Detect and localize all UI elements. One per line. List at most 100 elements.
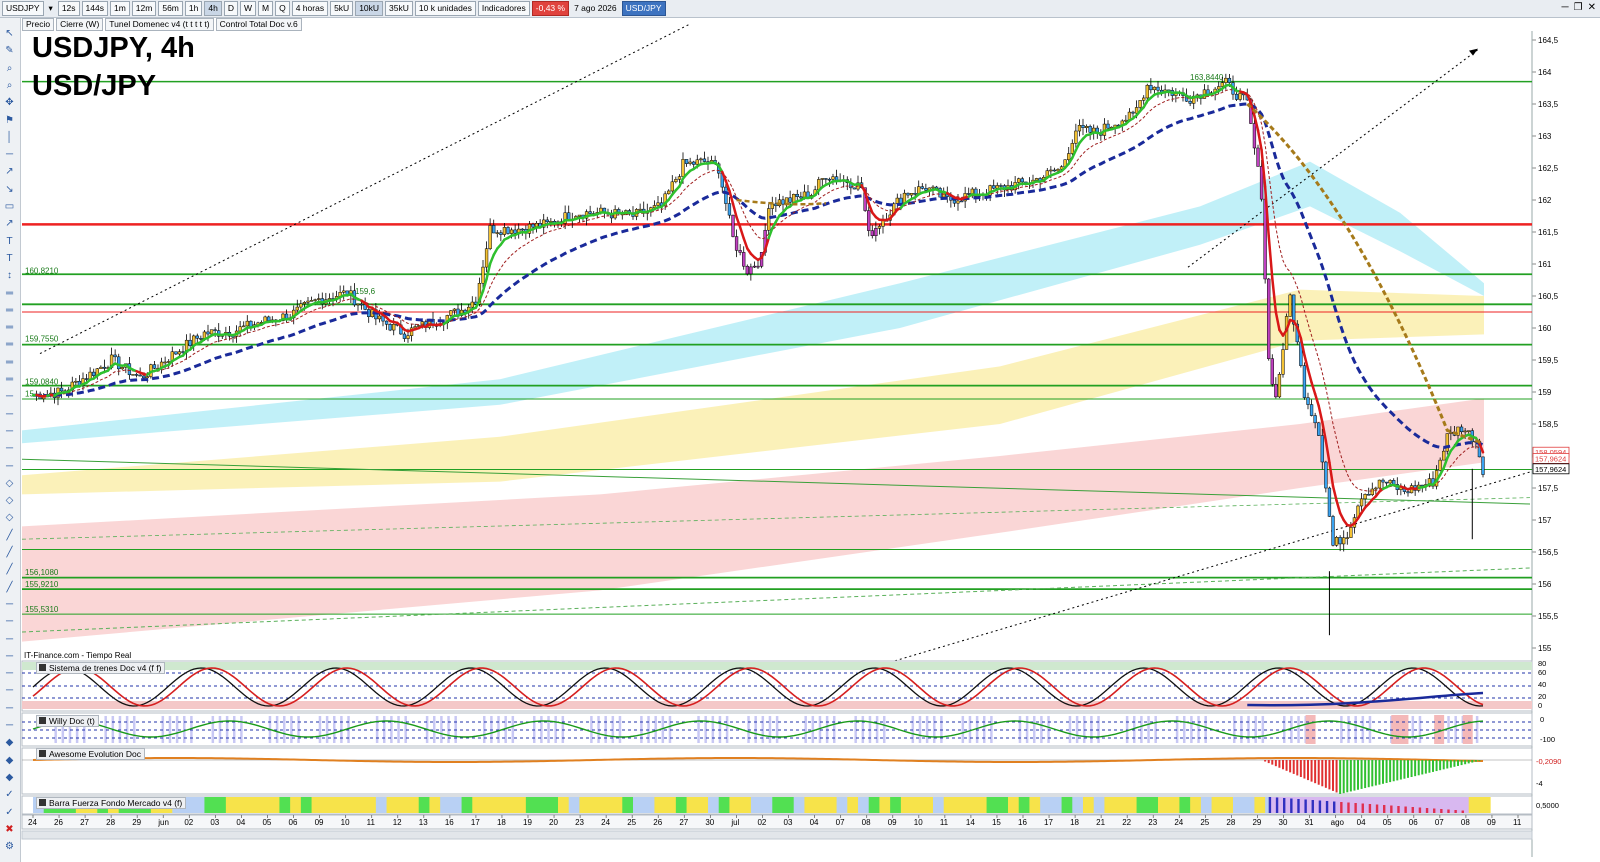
panel-barra-bar xyxy=(825,797,838,813)
panel-awesome-tick-0: -0,2090 xyxy=(1536,757,1561,766)
candle-body xyxy=(113,354,117,358)
panel-barra-bar xyxy=(408,797,420,813)
panel-barra-bar xyxy=(590,797,602,813)
horizontal-scrollbar[interactable] xyxy=(21,830,1533,840)
price-label-1: 157,9624 xyxy=(1535,454,1566,463)
candle-body xyxy=(995,185,999,189)
panel-barra-tick-0: 0,5000 xyxy=(1536,801,1559,810)
price-tick-label-7: 161 xyxy=(1538,260,1552,269)
candle-body xyxy=(209,329,214,335)
panel-barra-bar xyxy=(1233,797,1245,813)
panel-willy-bar xyxy=(511,716,515,743)
panel-barra-column xyxy=(1275,797,1279,813)
candle-body xyxy=(195,335,199,339)
candle-body xyxy=(420,321,424,326)
candle-body xyxy=(99,366,103,369)
candle-body xyxy=(731,214,735,237)
candle-body xyxy=(188,339,192,346)
candle-body xyxy=(792,193,796,203)
candle-body xyxy=(1481,456,1485,475)
panel-barra-bar xyxy=(461,797,473,813)
panel-willy-tick-1: -100 xyxy=(1540,735,1555,744)
date-tick-label-30: 04 xyxy=(810,818,819,827)
date-tick-label-3: 28 xyxy=(106,818,115,827)
date-tick-label-32: 08 xyxy=(862,818,871,827)
panel-label-awesome[interactable]: Awesome Evolution Doc xyxy=(36,748,145,760)
candle-body xyxy=(513,229,517,234)
panel-barra-bar xyxy=(1168,797,1180,813)
candle-body xyxy=(670,181,674,192)
candle-body xyxy=(952,199,957,204)
candle-body xyxy=(1327,487,1332,517)
candle-body xyxy=(102,366,107,369)
panel-barra-bar xyxy=(890,797,902,813)
date-tick-label-38: 16 xyxy=(1018,818,1027,827)
candle-body xyxy=(1338,537,1342,545)
panel-barra-bar xyxy=(783,797,795,813)
candle-body xyxy=(749,266,753,275)
candle-body xyxy=(734,236,739,251)
candle-body xyxy=(967,193,971,195)
candle-body xyxy=(877,226,882,229)
candle-body xyxy=(1377,479,1382,489)
panel-barra-bar xyxy=(933,797,945,813)
panel-barra-bar xyxy=(215,797,227,813)
candle-body xyxy=(1052,169,1057,172)
data-feed-label: IT-Finance.com - Tiempo Real xyxy=(24,651,132,660)
date-tick-label-11: 09 xyxy=(315,818,324,827)
panel-trenes-tick-2: 40 xyxy=(1538,680,1546,689)
panel-barra-bar xyxy=(858,797,870,813)
candle-body xyxy=(745,265,749,275)
date-tick-label-17: 17 xyxy=(471,818,480,827)
candle-body xyxy=(1270,358,1274,385)
panel-willy-bar xyxy=(283,716,286,743)
panel-barra-bar xyxy=(718,797,730,813)
panel-barra-bar xyxy=(1008,797,1020,813)
panel-awesome-tick-1: -4 xyxy=(1536,779,1543,788)
candle-body xyxy=(449,310,453,316)
panel-label-barra[interactable]: Barra Fuerza Fondo Mercado v4 (f) xyxy=(36,797,187,809)
panel-willy-bar xyxy=(547,716,550,743)
candle-body xyxy=(1070,143,1074,154)
price-tick-label-18: 155,5 xyxy=(1538,612,1559,621)
level-label-1: 159,7550 xyxy=(25,335,59,344)
date-tick-label-35: 11 xyxy=(940,818,949,827)
candle-body xyxy=(1256,147,1260,167)
date-tick-label-6: 02 xyxy=(184,818,193,827)
chart-title-symbol: USDJPY, 4h xyxy=(32,32,195,64)
candle-body xyxy=(1302,365,1307,398)
candle-body xyxy=(924,188,928,191)
candle-body xyxy=(870,230,874,237)
price-chart[interactable]: 164,5164163,5163162,5162161,5161160,5160… xyxy=(0,0,1600,862)
panel-barra-bar xyxy=(268,797,280,813)
panel-barra-column xyxy=(1433,808,1436,813)
candle-body xyxy=(724,186,728,204)
candle-body xyxy=(1359,498,1364,507)
panel-barra-bar xyxy=(975,797,988,813)
candle-body xyxy=(1152,86,1157,91)
panel-willy-bar xyxy=(1068,716,1072,743)
candle-body xyxy=(1220,82,1224,87)
panel-barra-bar xyxy=(1200,797,1213,813)
panel-barra-bar xyxy=(922,797,934,813)
panel-barra-bar xyxy=(879,797,891,813)
candle-body xyxy=(74,380,78,383)
panel-barra-bar xyxy=(665,797,677,813)
date-tick-label-29: 03 xyxy=(784,818,793,827)
panel-barra-column xyxy=(1333,801,1336,813)
candle-body xyxy=(1077,125,1082,132)
panel-label-trenes[interactable]: Sistema de trenes Doc v4 (f f) xyxy=(36,662,166,674)
panel-willy-bar xyxy=(325,716,329,743)
panel-label-willy[interactable]: Willy Doc (t) xyxy=(36,715,99,727)
candle-body xyxy=(674,179,678,183)
panel-barra-bar xyxy=(954,797,966,813)
panel-willy-bar xyxy=(697,716,700,743)
level-label-4: 156,1080 xyxy=(25,568,59,577)
candle-body xyxy=(1234,93,1239,100)
date-tick-label-23: 25 xyxy=(627,818,636,827)
candle-body xyxy=(999,185,1003,187)
panel-barra-bar xyxy=(900,797,913,813)
candle-body xyxy=(1188,100,1192,104)
date-tick-label-27: jul xyxy=(730,818,739,827)
candle-body xyxy=(588,211,592,214)
